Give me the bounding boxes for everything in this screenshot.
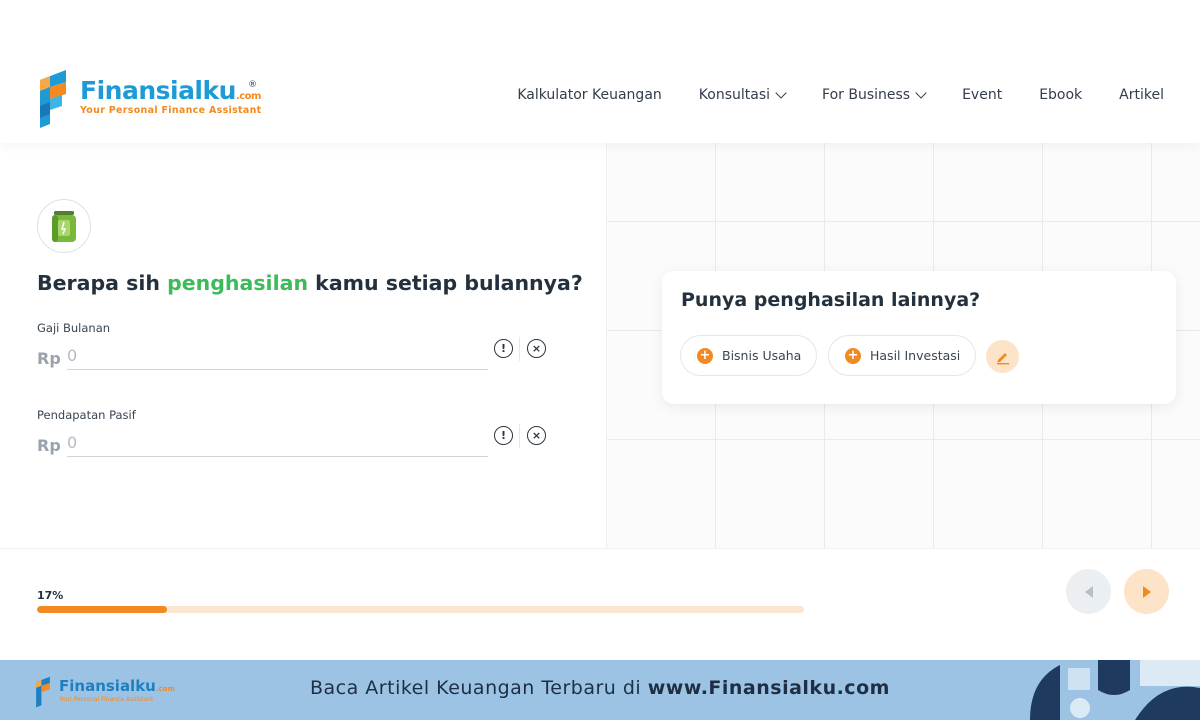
- finansialku-logo[interactable]: Finansialku.com ® Your Personal Finance …: [36, 66, 276, 130]
- nav-item-label: Konsultasi: [698, 87, 771, 103]
- banner-brand-name: Finansialku: [59, 677, 156, 695]
- nav-item-label: For Business: [822, 87, 911, 103]
- question-text-post: kamu setiap bulannya?: [308, 271, 583, 295]
- brand-tagline: Your Personal Finance Assistant: [80, 105, 262, 116]
- top-header: Finansialku.com ® Your Personal Finance …: [0, 0, 1200, 143]
- chip-label: Bisnis Usaha: [722, 348, 802, 363]
- info-icon[interactable]: !: [494, 339, 513, 358]
- banner-text-pre: Baca Artikel Keuangan Terbaru di: [310, 677, 648, 699]
- banner-text: Baca Artikel Keuangan Terbaru di www.Fin…: [310, 677, 890, 699]
- nav-item-label: Artikel: [1119, 87, 1164, 103]
- main-nav: Kalkulator Keuangan Konsultasi For Busin…: [480, 87, 1164, 103]
- brand-name: Finansialku: [80, 76, 236, 105]
- progress-percent: 17%: [37, 589, 64, 602]
- promo-banner[interactable]: Finansialku.com Your Personal Finance As…: [0, 660, 1200, 720]
- previous-button[interactable]: [1066, 569, 1111, 614]
- pencil-icon: [996, 352, 1009, 364]
- chevron-down-icon: [915, 87, 927, 99]
- field-label-gaji-bulanan: Gaji Bulanan: [37, 321, 111, 335]
- nav-item-konsultasi[interactable]: Konsultasi: [698, 87, 787, 103]
- nav-item-artikel[interactable]: Artikel: [1119, 87, 1164, 103]
- nav-item-ebook[interactable]: Ebook: [1039, 87, 1082, 103]
- pendapatan-pasif-input[interactable]: [67, 429, 488, 457]
- gaji-bulanan-input[interactable]: [67, 342, 488, 370]
- other-income-panel: Punya penghasilan lainnya? + Bisnis Usah…: [606, 143, 1200, 548]
- other-income-title: Punya penghasilan lainnya?: [681, 289, 981, 311]
- nav-item-for-business[interactable]: For Business: [822, 87, 927, 103]
- bisnis-usaha-chip[interactable]: + Bisnis Usaha: [680, 335, 818, 376]
- other-income-card: Punya penghasilan lainnya? + Bisnis Usah…: [662, 271, 1176, 404]
- gaji-bulanan-field: Gaji Bulanan Rp ! ×: [37, 321, 557, 391]
- progress-footer: 17%: [0, 548, 1200, 660]
- divider: [519, 424, 520, 448]
- banner-url: www.Finansialku.com: [647, 677, 890, 699]
- nav-item-kalkulator-keuangan[interactable]: Kalkulator Keuangan: [517, 87, 661, 103]
- question-text-pre: Berapa sih: [37, 271, 168, 295]
- nav-item-label: Ebook: [1039, 87, 1083, 103]
- nav-item-label: Event: [962, 87, 1003, 103]
- brand-com: .com: [235, 91, 262, 102]
- finansialku-logo-mark-icon: [36, 676, 50, 708]
- progress-bar-fill: [37, 606, 168, 613]
- hasil-investasi-chip[interactable]: + Hasil Investasi: [828, 335, 977, 376]
- pendapatan-pasif-field: Pendapatan Pasif Rp ! ×: [37, 408, 557, 478]
- clear-icon[interactable]: ×: [527, 426, 546, 445]
- info-icon[interactable]: !: [494, 426, 513, 445]
- finansialku-logo-mark-icon: [40, 70, 66, 128]
- plus-icon: +: [697, 347, 713, 364]
- edit-button[interactable]: [986, 340, 1019, 373]
- clear-icon[interactable]: ×: [527, 339, 546, 358]
- nav-item-label: Kalkulator Keuangan: [517, 87, 662, 103]
- question-highlight: penghasilan: [167, 271, 309, 295]
- chevron-down-icon: [775, 87, 787, 99]
- registered-mark: ®: [248, 80, 257, 90]
- decorative-shapes: [1030, 660, 1200, 720]
- chip-label: Hasil Investasi: [870, 348, 961, 363]
- currency-prefix: Rp: [37, 436, 61, 455]
- income-form-panel: Berapa sih penghasilan kamu setiap bulan…: [0, 143, 606, 548]
- plus-icon: +: [845, 347, 861, 364]
- field-label-pendapatan-pasif: Pendapatan Pasif: [37, 408, 136, 422]
- banner-logo: Finansialku.com Your Personal Finance As…: [34, 671, 194, 713]
- next-button[interactable]: [1124, 569, 1169, 614]
- nav-item-event[interactable]: Event: [962, 87, 1002, 103]
- caret-left-icon: [1084, 585, 1093, 598]
- caret-right-icon: [1142, 585, 1151, 598]
- banner-brand-tagline: Your Personal Finance Assistant: [59, 696, 154, 703]
- income-question-heading: Berapa sih penghasilan kamu setiap bulan…: [37, 271, 583, 295]
- progress-bar: [37, 606, 804, 613]
- banner-brand-com: .com: [155, 685, 175, 693]
- currency-prefix: Rp: [37, 349, 61, 368]
- divider: [519, 337, 520, 361]
- money-jar-icon: [37, 199, 91, 253]
